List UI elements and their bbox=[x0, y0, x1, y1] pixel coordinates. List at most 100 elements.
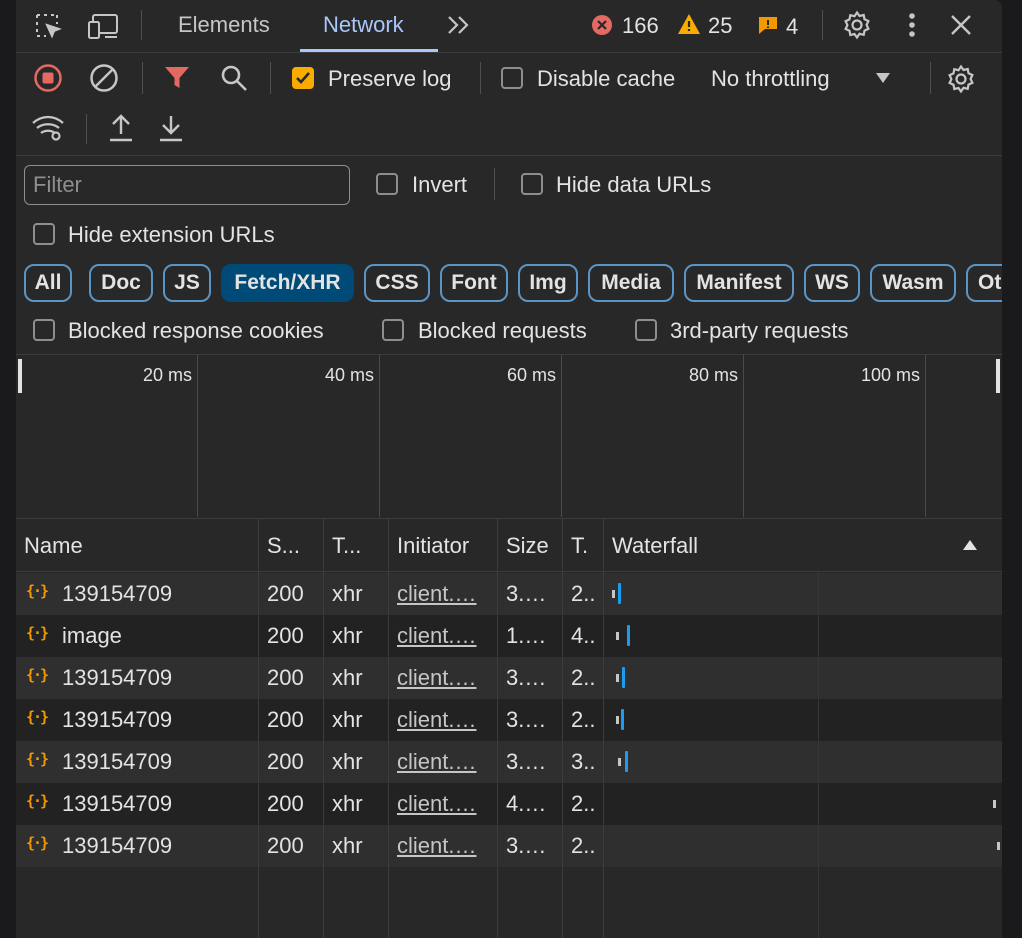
filter-chip-css[interactable]: CSS bbox=[364, 264, 430, 302]
request-initiator-link[interactable]: client.… bbox=[397, 791, 476, 817]
column-header-waterfall[interactable]: Waterfall bbox=[612, 533, 698, 559]
blocked-cookies-label[interactable]: Blocked response cookies bbox=[68, 318, 324, 344]
tab-elements[interactable]: Elements bbox=[178, 12, 270, 38]
request-time: 4.. bbox=[571, 623, 596, 648]
request-name[interactable]: 139154709 bbox=[62, 749, 172, 775]
third-party-checkbox[interactable] bbox=[635, 319, 657, 341]
request-size: 1.… bbox=[506, 623, 547, 648]
filter-chip-font[interactable]: Font bbox=[440, 264, 508, 302]
search-icon[interactable] bbox=[218, 62, 250, 94]
more-tabs-icon[interactable] bbox=[444, 10, 474, 40]
overview-right-handle[interactable] bbox=[996, 359, 1000, 393]
preserve-log-label[interactable]: Preserve log bbox=[328, 66, 452, 92]
inspect-element-icon[interactable] bbox=[30, 8, 66, 44]
hide-data-urls-checkbox[interactable] bbox=[521, 173, 543, 195]
column-header-name[interactable]: Name bbox=[24, 533, 83, 559]
request-name[interactable]: 139154709 bbox=[62, 707, 172, 733]
error-count[interactable]: 166 bbox=[622, 13, 659, 39]
more-options-icon[interactable] bbox=[900, 8, 924, 42]
column-header-size[interactable]: Size bbox=[506, 533, 549, 559]
disable-cache-checkbox[interactable] bbox=[501, 67, 523, 89]
filter-chip-media[interactable]: Media bbox=[588, 264, 674, 302]
warning-count[interactable]: 25 bbox=[708, 13, 732, 39]
throttling-select[interactable]: No throttling bbox=[711, 66, 830, 92]
column-header-status[interactable]: S... bbox=[267, 533, 300, 559]
table-row[interactable]: {·} 139154709 200 xhr client.… 3.… 2.. bbox=[16, 699, 1002, 741]
xhr-request-icon: {·} bbox=[26, 834, 49, 852]
invert-label[interactable]: Invert bbox=[412, 172, 467, 198]
invert-checkbox[interactable] bbox=[376, 173, 398, 195]
waterfall-download-bar bbox=[622, 667, 625, 688]
blocked-cookies-checkbox[interactable] bbox=[33, 319, 55, 341]
overview-timeline[interactable]: 20 ms 40 ms 60 ms 80 ms 100 ms bbox=[16, 355, 1002, 517]
overview-tick-label: 20 ms bbox=[142, 365, 192, 385]
request-size: 3.… bbox=[506, 833, 547, 858]
filter-chip-js[interactable]: JS bbox=[163, 264, 211, 302]
request-initiator-link[interactable]: client.… bbox=[397, 707, 476, 733]
xhr-request-icon: {·} bbox=[26, 792, 49, 810]
table-row[interactable]: {·} 139154709 200 xhr client.… 4.… 2.. bbox=[16, 783, 1002, 825]
request-name[interactable]: 139154709 bbox=[62, 665, 172, 691]
request-name[interactable]: 139154709 bbox=[62, 791, 172, 817]
hide-extension-urls-label[interactable]: Hide extension URLs bbox=[68, 222, 275, 248]
preserve-log-checkbox[interactable] bbox=[292, 67, 314, 89]
request-initiator-link[interactable]: client.… bbox=[397, 623, 476, 649]
filter-chip-other[interactable]: Oth bbox=[966, 264, 1002, 302]
overview-left-handle[interactable] bbox=[18, 359, 22, 393]
filter-chip-manifest[interactable]: Manifest bbox=[684, 264, 794, 302]
table-row[interactable]: {·} 139154709 200 xhr client.… 3.… 2.. bbox=[16, 657, 1002, 699]
filter-chip-ws[interactable]: WS bbox=[804, 264, 860, 302]
table-row[interactable]: {·} image 200 xhr client.… 1.… 4.. bbox=[16, 615, 1002, 657]
filter-icon[interactable] bbox=[162, 64, 192, 92]
request-initiator-link[interactable]: client.… bbox=[397, 665, 476, 691]
chevron-down-icon[interactable] bbox=[872, 68, 894, 88]
waterfall-download-bar bbox=[625, 751, 628, 772]
device-toolbar-icon[interactable] bbox=[86, 8, 122, 44]
table-row[interactable]: {·} 139154709 200 xhr client.… 3.… 2.. bbox=[16, 573, 1002, 615]
waterfall-download-bar bbox=[627, 625, 630, 646]
column-header-type[interactable]: T... bbox=[332, 533, 361, 559]
sort-ascending-icon[interactable] bbox=[960, 537, 980, 553]
waterfall-download-bar bbox=[621, 709, 624, 730]
settings-gear-icon[interactable] bbox=[840, 8, 874, 42]
filter-chip-img[interactable]: Img bbox=[518, 264, 578, 302]
request-status: 200 bbox=[267, 581, 304, 606]
request-initiator-link[interactable]: client.… bbox=[397, 833, 476, 859]
filter-chip-doc[interactable]: Doc bbox=[89, 264, 153, 302]
request-type: xhr bbox=[332, 791, 363, 816]
network-conditions-icon[interactable] bbox=[30, 112, 66, 144]
hide-extension-urls-checkbox[interactable] bbox=[33, 223, 55, 245]
issues-count[interactable]: 4 bbox=[786, 14, 798, 40]
request-time: 2.. bbox=[571, 665, 596, 690]
blocked-requests-label[interactable]: Blocked requests bbox=[418, 318, 587, 344]
close-icon[interactable] bbox=[946, 10, 976, 40]
disable-cache-label[interactable]: Disable cache bbox=[537, 66, 675, 92]
request-name[interactable]: 139154709 bbox=[62, 581, 172, 607]
error-icon[interactable] bbox=[590, 13, 614, 37]
request-initiator-link[interactable]: client.… bbox=[397, 749, 476, 775]
warning-icon[interactable] bbox=[676, 12, 702, 36]
network-settings-icon[interactable] bbox=[944, 62, 978, 96]
tab-network[interactable]: Network bbox=[323, 12, 404, 38]
issues-icon[interactable] bbox=[756, 14, 780, 36]
xhr-request-icon: {·} bbox=[26, 750, 49, 768]
filter-chip-all[interactable]: All bbox=[24, 264, 72, 302]
filter-chip-fetch-xhr[interactable]: Fetch/XHR bbox=[221, 264, 354, 302]
column-header-time[interactable]: T. bbox=[571, 533, 588, 559]
waterfall-waiting-mark bbox=[618, 758, 621, 766]
filter-chip-wasm[interactable]: Wasm bbox=[870, 264, 956, 302]
table-row[interactable]: {·} 139154709 200 xhr client.… 3.… 3.. bbox=[16, 741, 1002, 783]
stop-recording-icon[interactable] bbox=[32, 62, 64, 94]
request-initiator-link[interactable]: client.… bbox=[397, 581, 476, 607]
filter-input[interactable] bbox=[24, 165, 350, 205]
hide-data-urls-label[interactable]: Hide data URLs bbox=[556, 172, 711, 198]
export-har-icon[interactable] bbox=[156, 112, 186, 144]
blocked-requests-checkbox[interactable] bbox=[382, 319, 404, 341]
request-name[interactable]: image bbox=[62, 623, 122, 649]
column-header-initiator[interactable]: Initiator bbox=[397, 533, 469, 559]
import-har-icon[interactable] bbox=[106, 112, 136, 144]
table-row[interactable]: {·} 139154709 200 xhr client.… 3.… 2.. bbox=[16, 825, 1002, 867]
third-party-label[interactable]: 3rd-party requests bbox=[670, 318, 849, 344]
clear-icon[interactable] bbox=[88, 62, 120, 94]
request-name[interactable]: 139154709 bbox=[62, 833, 172, 859]
